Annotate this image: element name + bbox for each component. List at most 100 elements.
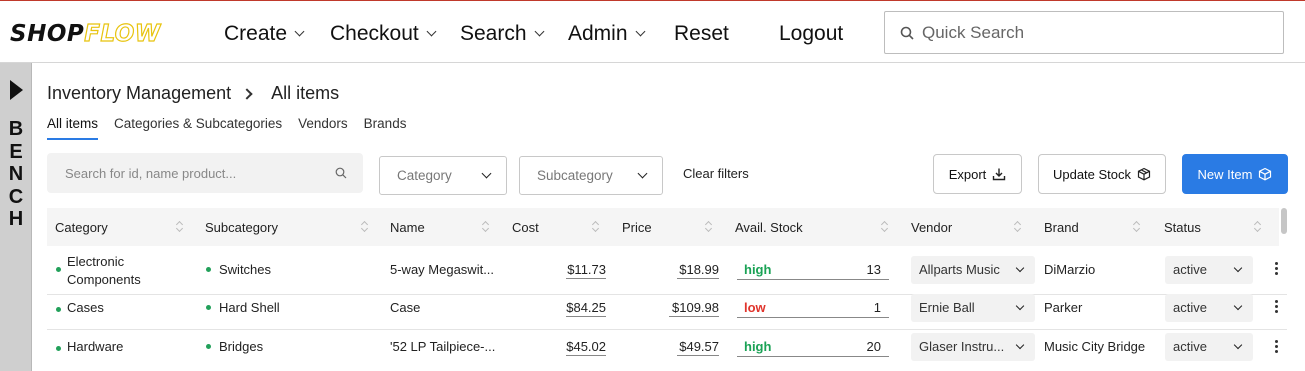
clear-filters-button[interactable]: Clear filters — [683, 166, 749, 181]
cell-brand: DiMarzio — [1044, 262, 1096, 277]
bench-label: B E N C H — [0, 118, 32, 231]
table-row[interactable]: Electronic Components Switches 5-way Meg… — [47, 246, 1287, 295]
chevron-down-icon — [1015, 301, 1025, 311]
status-select[interactable]: active — [1165, 256, 1253, 284]
column-header-name[interactable]: Name — [390, 220, 425, 235]
subcategory-select-value: Subcategory — [537, 168, 613, 183]
sort-icon[interactable] — [1254, 220, 1262, 232]
bench-sidebar[interactable]: B E N C H — [0, 63, 32, 371]
row-menu-icon[interactable] — [1269, 262, 1283, 278]
cell-price[interactable]: $49.57 — [677, 339, 719, 356]
update-stock-button[interactable]: Update Stock — [1038, 154, 1166, 194]
quick-search-box[interactable] — [884, 11, 1284, 54]
column-header-vendor[interactable]: Vendor — [911, 220, 952, 235]
top-navbar: SHOPFLOW Create Checkout Search Admin Re… — [0, 1, 1305, 63]
category-select-value: Category — [397, 168, 452, 183]
logo-text-shop: SHOP — [10, 21, 85, 47]
quick-search-input[interactable] — [922, 22, 1262, 43]
cell-name[interactable]: '52 LP Tailpiece-... — [390, 339, 495, 354]
sort-icon[interactable] — [176, 220, 184, 232]
breadcrumb-parent[interactable]: Inventory Management — [47, 83, 231, 104]
sort-icon[interactable] — [482, 220, 490, 232]
table-row[interactable]: Hardware Bridges '52 LP Tailpiece-... $4… — [47, 330, 1287, 371]
stock-field[interactable]: low 1 — [737, 298, 889, 318]
product-search-input[interactable] — [65, 165, 335, 181]
column-header-status[interactable]: Status — [1164, 220, 1201, 235]
vendor-select[interactable]: Allparts Music — [911, 256, 1035, 284]
stock-field[interactable]: high 13 — [737, 260, 889, 280]
status-dot — [206, 305, 211, 311]
cell-name[interactable]: 5-way Megaswit... — [390, 262, 494, 277]
play-icon[interactable] — [10, 80, 23, 100]
table-scrollbar[interactable] — [1281, 208, 1287, 234]
chevron-down-icon — [637, 168, 648, 179]
column-header-category[interactable]: Category — [55, 220, 108, 235]
column-header-subcategory[interactable]: Subcategory — [205, 220, 278, 235]
status-select[interactable]: active — [1165, 333, 1253, 361]
export-button[interactable]: Export — [933, 154, 1022, 194]
cell-name[interactable]: Case — [390, 300, 420, 315]
download-icon — [993, 168, 1006, 181]
stock-field[interactable]: high 20 — [737, 337, 889, 357]
status-select[interactable]: active — [1165, 294, 1253, 322]
chevron-down-icon — [635, 26, 645, 37]
new-item-button-label: New Item — [1197, 166, 1253, 182]
cell-cost[interactable]: $45.02 — [566, 339, 606, 356]
cell-subcategory: Hard Shell — [206, 300, 280, 315]
chevron-down-icon — [1015, 263, 1025, 273]
stock-level: high — [744, 262, 772, 277]
cell-category: Cases — [67, 300, 104, 315]
new-item-button[interactable]: New Item — [1182, 154, 1288, 194]
row-menu-icon[interactable] — [1269, 300, 1283, 316]
sort-icon[interactable] — [592, 220, 600, 232]
bench-letter: H — [8, 208, 24, 230]
sort-icon[interactable] — [881, 220, 889, 232]
main-content: Inventory Management All items All items… — [33, 63, 1305, 371]
chevron-down-icon — [481, 168, 492, 179]
sort-icon[interactable] — [705, 220, 713, 232]
cell-price[interactable]: $109.98 — [669, 300, 719, 317]
stock-quantity: 20 — [866, 339, 881, 354]
column-header-price[interactable]: Price — [622, 220, 652, 235]
table-row[interactable]: Cases Hard Shell Case $84.25 $109.98 low… — [47, 294, 1287, 330]
product-search-box[interactable] — [47, 153, 363, 193]
column-header-brand[interactable]: Brand — [1044, 220, 1079, 235]
tab-categories-subcategories[interactable]: Categories & Subcategories — [114, 116, 282, 140]
package-icon — [1137, 167, 1151, 181]
cell-subcategory-text: Bridges — [219, 339, 264, 354]
bench-letter: N — [8, 163, 24, 185]
sort-icon[interactable] — [1014, 220, 1022, 232]
vendor-select[interactable]: Glaser Instru... — [911, 333, 1035, 361]
tab-bar: All items Categories & Subcategories Ven… — [47, 116, 422, 140]
status-select-value: active — [1173, 339, 1207, 354]
tab-vendors[interactable]: Vendors — [298, 116, 348, 140]
subcategory-select[interactable]: Subcategory — [519, 156, 663, 195]
row-menu-icon[interactable] — [1269, 340, 1283, 356]
nav-logout[interactable]: Logout — [779, 22, 843, 46]
nav-search[interactable]: Search — [460, 22, 544, 46]
sort-icon[interactable] — [1133, 220, 1141, 232]
cell-subcategory: Bridges — [206, 339, 263, 354]
nav-reset[interactable]: Reset — [674, 22, 729, 46]
column-header-cost[interactable]: Cost — [512, 220, 539, 235]
nav-create[interactable]: Create — [224, 22, 305, 46]
category-select[interactable]: Category — [379, 156, 507, 195]
bench-letter: C — [8, 185, 24, 208]
nav-admin[interactable]: Admin — [568, 22, 645, 46]
nav-search-label: Search — [460, 22, 527, 45]
shopflow-logo[interactable]: SHOPFLOW — [10, 20, 161, 47]
update-stock-button-label: Update Stock — [1052, 166, 1132, 182]
tab-brands[interactable]: Brands — [364, 116, 407, 140]
cell-cost[interactable]: $84.25 — [566, 300, 606, 317]
tab-all-items[interactable]: All items — [47, 116, 99, 140]
stock-level: high — [744, 339, 772, 354]
nav-checkout[interactable]: Checkout — [330, 22, 437, 46]
cell-price[interactable]: $18.99 — [677, 262, 719, 279]
cell-brand: Parker — [1044, 300, 1083, 315]
search-icon[interactable] — [335, 167, 347, 179]
vendor-select[interactable]: Ernie Ball — [911, 294, 1035, 322]
nav-checkout-label: Checkout — [330, 22, 419, 45]
column-header-avail-stock[interactable]: Avail. Stock — [735, 220, 803, 235]
sort-icon[interactable] — [361, 220, 369, 232]
cell-cost[interactable]: $11.73 — [566, 262, 606, 279]
